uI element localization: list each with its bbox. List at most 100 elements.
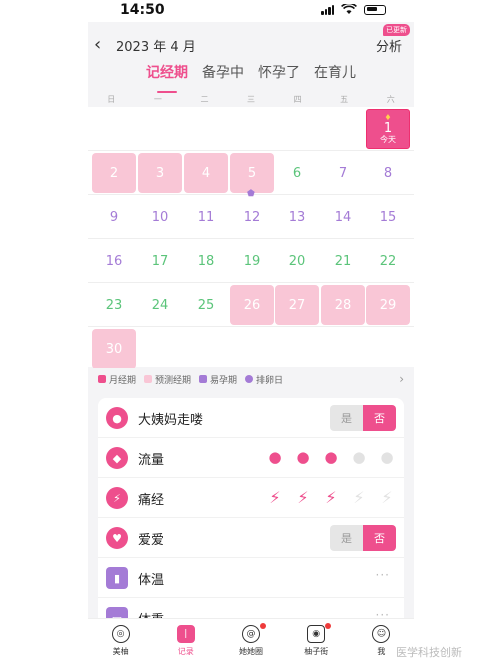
calendar-day[interactable]: 8: [366, 153, 410, 193]
analyze-button[interactable]: 分析: [376, 36, 402, 55]
record-label: 大姨妈走喽: [138, 413, 204, 428]
watermark-text: 医学科技创新: [396, 646, 462, 659]
calendar-week-row: 16 17 18 19 20 21 22: [88, 239, 414, 283]
calendar-day[interactable]: 16: [92, 241, 136, 281]
weekday-header: 日 一 二 三 四 五 六: [88, 94, 414, 106]
weekday-sat: 六: [386, 95, 395, 104]
heart-icon: ♥: [106, 527, 128, 549]
calendar-day[interactable]: 29: [366, 285, 410, 325]
calendar-day[interactable]: 26: [230, 285, 274, 325]
legend-label: 月经期: [109, 375, 137, 386]
calendar-day-today[interactable]: ♦ 1 今天: [366, 109, 410, 149]
calendar-day[interactable]: 14: [321, 197, 365, 237]
no-button[interactable]: 否: [363, 405, 396, 431]
tab-trying[interactable]: 备孕中: [202, 62, 244, 90]
calendar-day[interactable]: 18: [184, 241, 228, 281]
today-day-number: 1: [383, 120, 393, 136]
community-icon: @: [242, 625, 260, 643]
calendar-day[interactable]: 22: [366, 241, 410, 281]
weekday-mon: 一: [153, 95, 162, 104]
flow-bag-icon: ◆: [106, 447, 128, 469]
flow-drop-icon[interactable]: ●: [266, 447, 284, 467]
calendar-day[interactable]: 25: [184, 285, 228, 325]
calendar-day[interactable]: 13: [275, 197, 319, 237]
record-label: 体温: [138, 573, 165, 588]
cramp-bolt-icon[interactable]: ⚡: [294, 487, 312, 507]
calendar-day[interactable]: 4: [184, 153, 228, 193]
record-label: 痛经: [138, 493, 165, 508]
flow-drop-icon[interactable]: ●: [378, 447, 396, 467]
weekday-tue: 二: [200, 95, 209, 104]
calendar-day[interactable]: 20: [275, 241, 319, 281]
tabbar-label: 美柚: [112, 647, 129, 656]
flow-drop-icon[interactable]: ●: [350, 447, 368, 467]
calendar-day[interactable]: 21: [321, 241, 365, 281]
calendar-day[interactable]: 7: [321, 153, 365, 193]
cramp-bolt-icon[interactable]: ⚡: [322, 487, 340, 507]
legend-swatch: [199, 375, 208, 383]
tabbar-item-record[interactable]: | 记录: [153, 619, 218, 667]
notification-dot: [259, 623, 266, 629]
calendar-day[interactable]: 5: [230, 153, 274, 193]
calendar-day[interactable]: 28: [321, 285, 365, 325]
weekday-wed: 三: [247, 95, 256, 104]
tabbar-label: 柚子街: [304, 647, 329, 656]
mode-tabs: 记经期 备孕中 怀孕了 在育儿: [88, 62, 414, 93]
calendar-day[interactable]: 10: [138, 197, 182, 237]
records-card: ● 大姨妈走喽 是 否 ◆ 流量 ● ● ● ● ● ⚡ 痛经 ⚡ ⚡ ⚡ ⚡ ⚡ ♥ 爱爱 是…: [98, 398, 404, 628]
record-love: ♥ 爱爱 是 否: [98, 518, 404, 558]
calendar-day[interactable]: 3: [138, 153, 182, 193]
status-icons: [321, 4, 386, 15]
legend-item-predicted: 预测经期: [144, 373, 191, 386]
bottom-tab-bar: ◎ 美柚 | 记录 @ 她她圈 ◉ 柚子街 ☺ 我: [88, 618, 414, 667]
updated-badge: 已更新: [383, 24, 410, 36]
tab-pregnant[interactable]: 怀孕了: [258, 62, 300, 90]
tabbar-item-home[interactable]: ◎ 美柚: [88, 619, 153, 667]
love-yes-no-toggle: 是 否: [330, 525, 396, 551]
tab-parenting[interactable]: 在育儿: [314, 62, 356, 90]
tabbar-item-shop[interactable]: ◉ 柚子街: [284, 619, 349, 667]
cramp-bolt-icon[interactable]: ⚡: [378, 487, 396, 507]
signal-icon: [321, 4, 334, 15]
month-title[interactable]: 2023 年 4 月: [116, 36, 196, 55]
record-temperature[interactable]: ▮ 体温 ···: [98, 558, 404, 598]
back-chevron-icon[interactable]: ‹: [94, 34, 101, 55]
battery-icon: [364, 4, 386, 15]
ovulation-marker-icon: ⬟: [247, 189, 255, 199]
calendar-day[interactable]: 27: [275, 285, 319, 325]
app-screen: 14:50 ‹ 2023 年 4 月 已更新 分析 记经期 备孕中 怀孕了 在育…: [88, 0, 414, 667]
calendar-day[interactable]: 19: [230, 241, 274, 281]
calendar-day[interactable]: 9: [92, 197, 136, 237]
legend-item-fertile: 易孕期: [199, 373, 237, 386]
yes-button[interactable]: 是: [330, 525, 363, 551]
shop-icon: ◉: [307, 625, 326, 643]
flow-drop-icon[interactable]: ●: [294, 447, 312, 467]
legend-chevron-right-icon[interactable]: ›: [399, 372, 404, 386]
calendar-day[interactable]: 17: [138, 241, 182, 281]
record-icon: |: [176, 625, 195, 643]
calendar-day[interactable]: 12: [230, 197, 274, 237]
cramp-bolt-icon[interactable]: ⚡: [266, 487, 284, 507]
status-time: 14:50: [120, 2, 165, 18]
calendar-day[interactable]: 23: [92, 285, 136, 325]
flow-drop-icon[interactable]: ●: [322, 447, 340, 467]
calendar-day[interactable]: 24: [138, 285, 182, 325]
status-bar: 14:50: [88, 0, 414, 22]
calendar-day[interactable]: 2: [92, 153, 136, 193]
yes-button[interactable]: 是: [330, 405, 363, 431]
record-flow: ◆ 流量 ● ● ● ● ●: [98, 438, 404, 478]
cramp-bolt-icon[interactable]: ⚡: [350, 487, 368, 507]
calendar-day[interactable]: 11: [184, 197, 228, 237]
calendar-day[interactable]: 15: [366, 197, 410, 237]
weekday-thu: 四: [293, 95, 302, 104]
legend-label: 排卵日: [256, 375, 284, 386]
no-button[interactable]: 否: [363, 525, 396, 551]
home-icon: ◎: [111, 625, 130, 643]
tabbar-label: 记录: [177, 647, 194, 656]
tabbar-item-community[interactable]: @ 她她圈: [218, 619, 283, 667]
calendar-day[interactable]: 6: [275, 153, 319, 193]
calendar-day[interactable]: 30: [92, 329, 136, 369]
tab-period[interactable]: 记经期: [146, 62, 188, 93]
today-label: 今天: [380, 134, 396, 144]
wifi-icon: [341, 4, 357, 14]
